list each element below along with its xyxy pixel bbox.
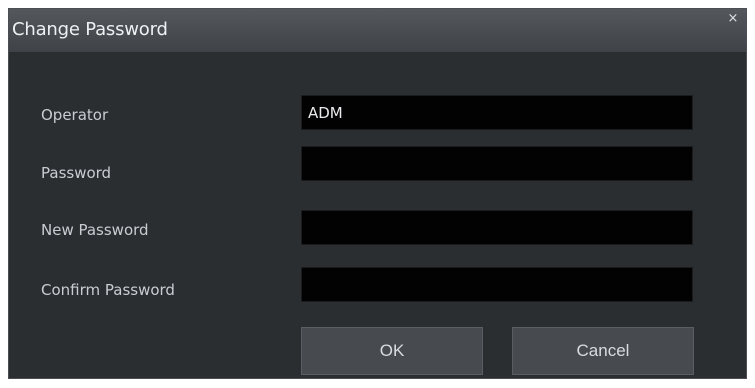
dialog-title: Change Password xyxy=(12,19,168,40)
cancel-button[interactable]: Cancel xyxy=(512,327,694,375)
confirm-password-field[interactable] xyxy=(301,267,693,302)
operator-label: Operator xyxy=(41,106,109,124)
close-icon[interactable]: × xyxy=(727,12,739,25)
operator-field[interactable] xyxy=(301,95,693,130)
password-label: Password xyxy=(41,164,112,182)
change-password-dialog: Change Password × Operator Password New … xyxy=(8,8,747,379)
new-password-field[interactable] xyxy=(301,210,693,245)
new-password-label: New Password xyxy=(41,221,149,239)
confirm-password-label: Confirm Password xyxy=(41,281,175,299)
password-field[interactable] xyxy=(301,146,693,181)
dialog-titlebar: Change Password × xyxy=(9,9,746,53)
ok-button[interactable]: OK xyxy=(301,327,483,375)
